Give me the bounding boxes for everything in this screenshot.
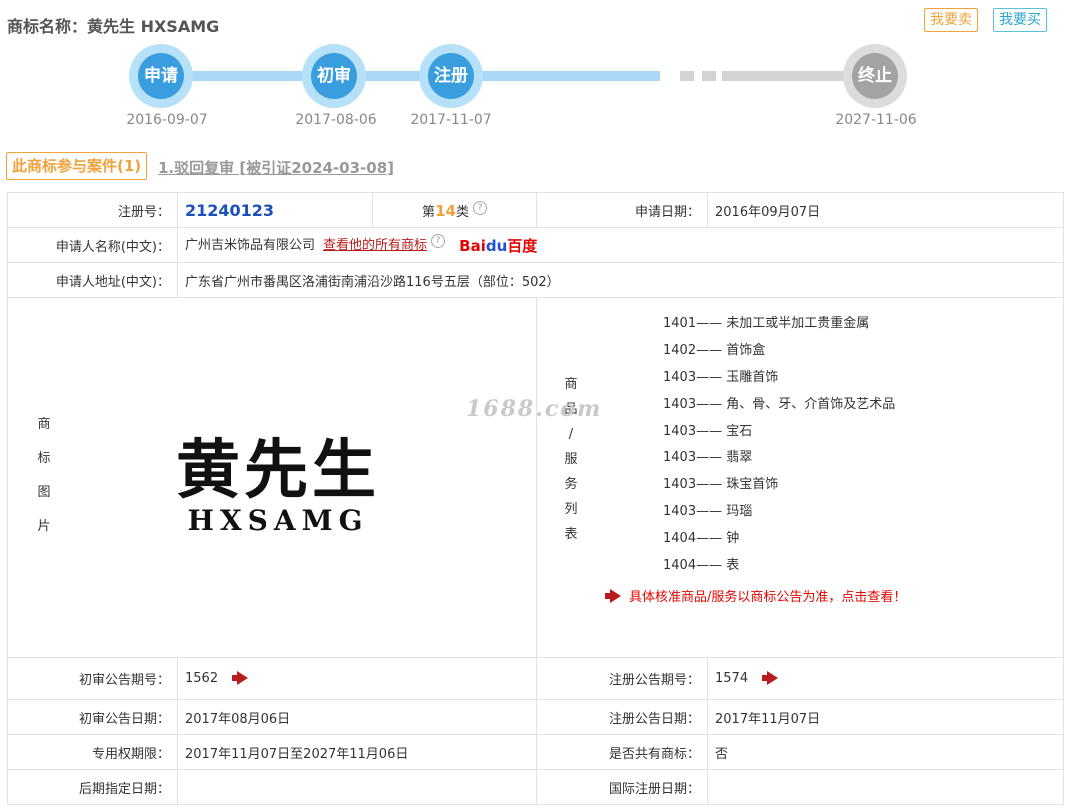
paw-icon: du	[485, 237, 508, 255]
reg-no-label: 注册号：	[7, 192, 178, 228]
goods-list-wrap: 1401—— 未加工或半加工贵重金属 1402—— 首饰盒 1403—— 玉雕首…	[543, 311, 1063, 605]
reg-pub-date-label: 注册公告日期：	[536, 699, 708, 735]
mark-image-label: 商 标 图 片	[37, 417, 51, 534]
list-item: 1401—— 未加工或半加工贵重金属	[663, 316, 870, 331]
reg-pub-no-value: 1574	[715, 671, 749, 686]
table-row: 商 标 图 片 黄先生 HXSAMG 商 品 / 服 务 列 表 1401—— …	[7, 297, 1064, 658]
prelim-no-value: 1562	[185, 671, 219, 686]
timeline-progress-bar	[160, 71, 660, 81]
list-item: 1403—— 宝石	[663, 423, 753, 439]
case-link[interactable]: 1.驳回复审 [被引证2024-03-08]	[158, 157, 394, 178]
list-item: 1402—— 首饰盒	[663, 342, 766, 358]
baidu-search-icon[interactable]: Baidu百度	[459, 235, 537, 256]
intl-date-value	[707, 769, 1064, 805]
later-date-value	[177, 769, 537, 805]
help-icon[interactable]: ?	[431, 234, 446, 248]
megaphone-icon	[603, 591, 623, 603]
address-value: 广东省广州市番禺区洛浦街南浦沿沙路116号五层（部位：502）	[177, 262, 1064, 298]
list-item: 1403—— 玛瑙	[663, 504, 753, 520]
timeline-node-apply: 申请	[129, 44, 193, 108]
class-number: 14	[435, 201, 456, 220]
list-item: 1404—— 表	[663, 558, 740, 574]
reg-pub-date-value: 2017年11月07日	[707, 699, 1064, 735]
megaphone-icon[interactable]	[230, 673, 250, 685]
later-date-label: 后期指定日期：	[7, 769, 178, 805]
prelim-no-cell: 1562	[177, 657, 537, 700]
applicant-name: 广州吉米饰品有限公司	[185, 238, 316, 253]
table-row: 注册号： 21240123 第14类? 申请日期： 2016年09月07日	[7, 192, 1064, 228]
megaphone-icon[interactable]	[760, 673, 780, 685]
timeline-date-apply: 2016-09-07	[126, 112, 208, 128]
applicant-label: 申请人名称(中文)：	[7, 227, 178, 263]
timeline-node-register: 注册	[419, 44, 483, 108]
trademark-image-cn: 黄先生	[176, 433, 380, 508]
table-row: 申请人地址(中文)： 广东省广州市番禺区洛浦街南浦沿沙路116号五层（部位：50…	[7, 262, 1064, 298]
applicant-cell: 广州吉米饰品有限公司 查看他的所有商标? Baidu百度	[177, 227, 1064, 263]
table-row: 初审公告日期： 2017年08月06日 注册公告日期： 2017年11月07日	[7, 699, 1064, 735]
reg-pub-no-label: 注册公告期号：	[536, 657, 708, 700]
list-item: 1403—— 玉雕首饰	[663, 369, 779, 385]
timeline-date-terminate: 2027-11-06	[835, 112, 917, 128]
timeline-dash	[702, 71, 716, 81]
table-row: 专用权期限： 2017年11月07日至2027年11月06日 是否共有商标： 否	[7, 734, 1064, 770]
prelim-date-label: 初审公告日期：	[7, 699, 178, 735]
timeline-node-terminate: 终止	[843, 44, 907, 108]
trademark-image: 黄先生 HXSAMG	[158, 433, 398, 538]
address-label: 申请人地址(中文)：	[7, 262, 178, 298]
reg-pub-no-cell: 1574	[707, 657, 1064, 700]
shared-value: 否	[707, 734, 1064, 770]
goods-note-link[interactable]: 具体核准商品/服务以商标公告为准，点击查看！	[543, 586, 1063, 605]
status-timeline: 申请 初审 注册 终止 2016-09-07 2017-08-06 2017-1…	[0, 40, 1068, 135]
apply-date-value: 2016年09月07日	[707, 192, 1064, 228]
intl-date-label: 国际注册日期：	[536, 769, 708, 805]
shared-label: 是否共有商标：	[536, 734, 708, 770]
goods-cell: 商 品 / 服 务 列 表 1401—— 未加工或半加工贵重金属 1402—— …	[536, 297, 1064, 658]
exclusive-label: 专用权期限：	[7, 734, 178, 770]
trademark-title: 商标名称：黄先生 HXSAMG	[7, 17, 220, 36]
prelim-date-value: 2017年08月06日	[177, 699, 537, 735]
all-marks-link[interactable]: 查看他的所有商标	[323, 238, 427, 253]
timeline-node-prelim: 初审	[302, 44, 366, 108]
buy-button[interactable]: 我要买	[993, 8, 1047, 32]
help-icon[interactable]: ?	[472, 200, 487, 215]
mark-image-cell: 商 标 图 片 黄先生 HXSAMG	[7, 297, 537, 658]
cases-tab[interactable]: 此商标参与案件(1)	[6, 152, 148, 180]
trademark-info-table: 注册号： 21240123 第14类? 申请日期： 2016年09月07日 申请…	[7, 192, 1064, 805]
list-item: 1404—— 钟	[663, 531, 740, 547]
watermark: 1688.com	[466, 396, 603, 422]
reg-no-cell: 21240123	[177, 192, 373, 228]
apply-date-label: 申请日期：	[536, 192, 708, 228]
list-item: 1403—— 角、骨、牙、介首饰及艺术品	[663, 396, 896, 412]
list-item: 1403—— 珠宝首饰	[663, 477, 779, 493]
class-cell: 第14类?	[372, 192, 537, 228]
list-item: 1403—— 翡翠	[663, 450, 753, 466]
table-row: 后期指定日期： 国际注册日期：	[7, 769, 1064, 805]
timeline-date-prelim: 2017-08-06	[295, 112, 377, 128]
reg-no-value: 21240123	[185, 200, 275, 220]
prelim-no-label: 初审公告期号：	[7, 657, 178, 700]
table-row: 初审公告期号： 1562 注册公告期号： 1574	[7, 657, 1064, 700]
sell-button[interactable]: 我要卖	[924, 8, 978, 32]
timeline-dash	[680, 71, 694, 81]
timeline-date-register: 2017-11-07	[410, 112, 492, 128]
trademark-image-en: HXSAMG	[187, 504, 369, 537]
goods-list: 1401—— 未加工或半加工贵重金属 1402—— 首饰盒 1403—— 玉雕首…	[543, 311, 1063, 580]
exclusive-value: 2017年11月07日至2027年11月06日	[177, 734, 537, 770]
table-row: 申请人名称(中文)： 广州吉米饰品有限公司 查看他的所有商标? Baidu百度	[7, 227, 1064, 263]
